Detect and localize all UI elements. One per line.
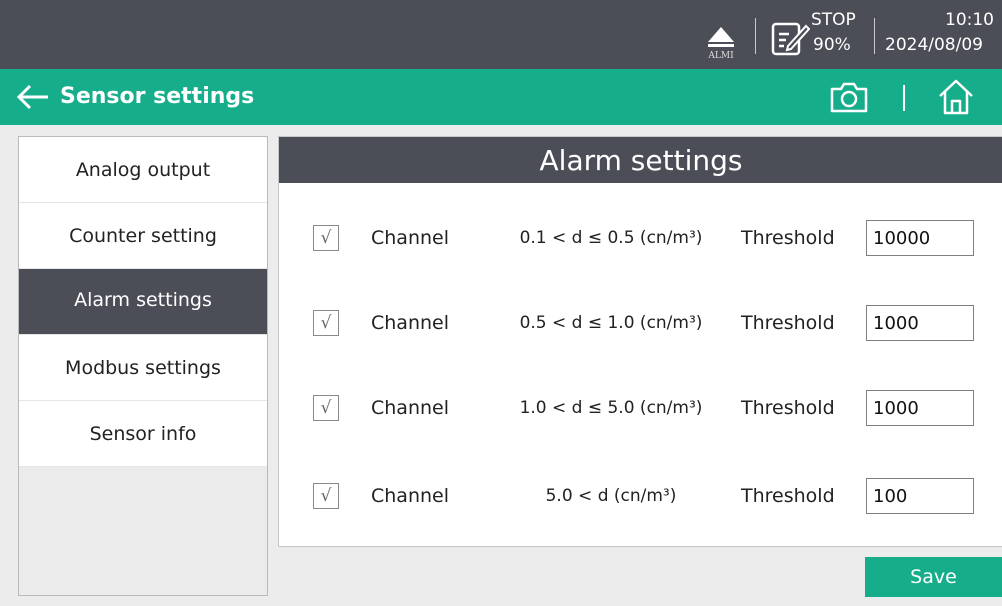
channel-range: 5.0 < d (cn/m³) <box>545 486 677 506</box>
channel-row: √ Channel 0.5 < d ≤ 1.0 (cn/m³) Threshol… <box>279 303 1002 343</box>
home-icon[interactable] <box>937 78 975 116</box>
clock-date: 2024/08/09 <box>885 35 983 55</box>
status-separator <box>755 18 756 54</box>
channel-row: √ Channel 1.0 < d ≤ 5.0 (cn/m³) Threshol… <box>279 388 1002 428</box>
run-state: STOP <box>811 10 856 30</box>
status-separator <box>874 18 875 54</box>
channel-row: √ Channel 0.1 < d ≤ 0.5 (cn/m³) Threshol… <box>279 218 1002 258</box>
check-mark-icon: √ <box>320 313 332 333</box>
sidebar-item-analog-output[interactable]: Analog output <box>19 137 267 203</box>
check-mark-icon: √ <box>320 228 332 248</box>
camera-icon[interactable] <box>829 79 869 115</box>
check-mark-icon: √ <box>320 486 332 506</box>
arrow-left-icon[interactable] <box>16 83 50 111</box>
channel-label: Channel <box>371 312 450 334</box>
header-separator <box>903 85 905 111</box>
channel-range: 0.1 < d ≤ 0.5 (cn/m³) <box>519 228 703 248</box>
status-bar: ALMI STOP 90% 10:10 2024/08/09 <box>0 0 1002 69</box>
alarm-label: ALMI <box>708 51 734 61</box>
alarm-settings-panel: Alarm settings √ Channel 0.1 < d ≤ 0.5 (… <box>278 136 1002 547</box>
panel-title: Alarm settings <box>279 137 1002 183</box>
sidebar-item-alarm-settings[interactable]: Alarm settings <box>19 269 267 335</box>
clock-time: 10:10 <box>945 10 994 30</box>
save-button[interactable]: Save <box>865 557 1002 597</box>
threshold-input[interactable] <box>866 220 974 256</box>
threshold-input[interactable] <box>866 305 974 341</box>
alarm-bar <box>708 44 734 47</box>
alarm-triangle-icon <box>708 27 734 42</box>
channel-label: Channel <box>371 227 450 249</box>
check-mark-icon: √ <box>320 398 332 418</box>
threshold-label: Threshold <box>741 227 835 249</box>
sidebar-nav: Analog output Counter setting Alarm sett… <box>18 136 268 596</box>
threshold-label: Threshold <box>741 312 835 334</box>
channel-range: 1.0 < d ≤ 5.0 (cn/m³) <box>519 398 703 418</box>
threshold-label: Threshold <box>741 485 835 507</box>
threshold-input[interactable] <box>866 390 974 426</box>
channel-checkbox[interactable]: √ <box>313 483 339 509</box>
alarm-indicator[interactable]: ALMI <box>700 14 740 61</box>
channel-checkbox[interactable]: √ <box>313 225 339 251</box>
sidebar-item-counter-setting[interactable]: Counter setting <box>19 203 267 269</box>
channel-checkbox[interactable]: √ <box>313 395 339 421</box>
app-header: Sensor settings <box>0 69 1002 125</box>
channel-range: 0.5 < d ≤ 1.0 (cn/m³) <box>519 313 703 333</box>
battery-level: 90% <box>813 35 851 55</box>
channel-label: Channel <box>371 485 450 507</box>
channel-label: Channel <box>371 397 450 419</box>
page-title: Sensor settings <box>60 84 255 109</box>
channel-row: √ Channel 5.0 < d (cn/m³) Threshold <box>279 476 1002 516</box>
channel-checkbox[interactable]: √ <box>313 310 339 336</box>
threshold-input[interactable] <box>866 478 974 514</box>
sidebar-item-sensor-info[interactable]: Sensor info <box>19 401 267 467</box>
edit-note-icon[interactable] <box>770 18 810 58</box>
threshold-label: Threshold <box>741 397 835 419</box>
sidebar-item-modbus-settings[interactable]: Modbus settings <box>19 335 267 401</box>
